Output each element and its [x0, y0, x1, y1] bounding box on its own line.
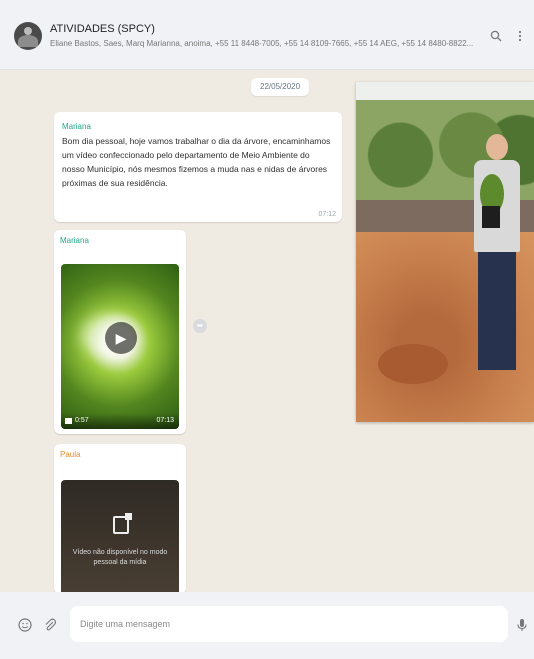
avatar-head — [24, 27, 32, 35]
avatar-shoulders — [18, 35, 38, 47]
photo-person-head — [486, 134, 508, 160]
message-composer — [0, 592, 534, 659]
photo-seedling-pot — [482, 206, 500, 228]
message-text: Bom dia pessoal, hoje vamos trabalhar o … — [62, 136, 331, 188]
microphone-icon[interactable] — [517, 618, 527, 635]
forward-icon[interactable]: ➦ — [193, 319, 207, 333]
attach-icon[interactable] — [44, 618, 57, 635]
video-unavailable-thumbnail[interactable]: Vídeo não disponível no modo pessoal da … — [61, 480, 179, 592]
video-footer: 0:57 07:13 — [61, 413, 179, 429]
search-icon[interactable] — [490, 30, 502, 45]
chat-header[interactable]: ATIVIDADES (SPCY) Eliane Bastos, Saes, M… — [0, 0, 534, 70]
play-icon[interactable]: ▶ — [105, 322, 137, 354]
video-message-bubble[interactable]: Paula Vídeo não disponível no modo pesso… — [54, 444, 186, 592]
message-list[interactable]: 22/05/2020 Mariana Bom dia pessoal, hoje… — [0, 70, 534, 592]
menu-icon[interactable] — [518, 30, 522, 45]
video-status-text: Vídeo não disponível no modo pessoal da … — [72, 549, 168, 566]
group-members: Eliane Bastos, Saes, Marq Marianna, anoi… — [50, 39, 474, 48]
video-thumbnail[interactable]: ▶ 0:57 07:13 — [61, 264, 179, 429]
photo-planting-hole — [378, 344, 448, 384]
video-message-bubble[interactable]: Mariana ▶ 0:57 07:13 — [54, 230, 186, 434]
date-divider: 22/05/2020 — [251, 78, 310, 96]
video-camera-icon — [65, 418, 72, 424]
photo-message[interactable] — [356, 82, 534, 422]
group-avatar[interactable] — [14, 22, 42, 50]
emoji-icon[interactable] — [18, 618, 32, 635]
media-unavailable-icon — [113, 513, 132, 534]
message-sender[interactable]: Mariana — [62, 122, 334, 131]
message-input[interactable] — [70, 606, 508, 642]
photo-person-legs — [478, 250, 516, 370]
message-sender[interactable]: Mariana — [60, 236, 180, 245]
message-time: 07:12 — [318, 211, 336, 218]
video-duration: 0:57 — [75, 417, 89, 424]
group-title[interactable]: ATIVIDADES (SPCY) — [50, 23, 155, 35]
message-sender[interactable]: Paula — [60, 450, 180, 459]
text-message-bubble[interactable]: Mariana Bom dia pessoal, hoje vamos trab… — [54, 112, 342, 222]
message-time: 07:13 — [156, 417, 174, 424]
